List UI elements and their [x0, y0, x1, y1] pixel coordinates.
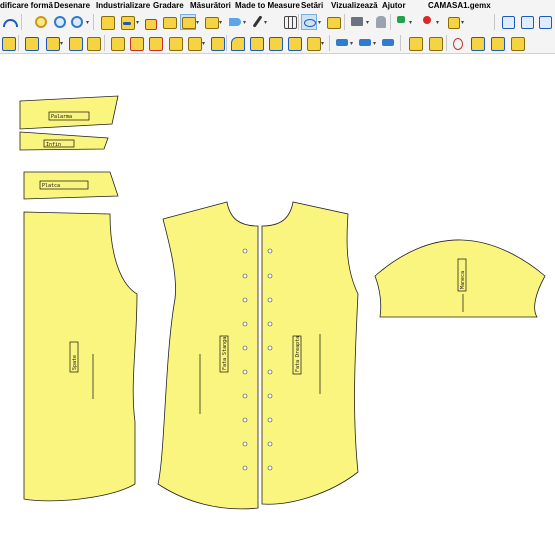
piece-platca[interactable]: Platca — [23, 171, 119, 200]
view-eye-icon[interactable] — [301, 14, 317, 30]
curve-tool-icon[interactable] — [230, 36, 245, 51]
scissors-icon[interactable] — [450, 36, 464, 50]
align-piece-icon[interactable] — [470, 36, 485, 51]
piece-label-maneca: Maneca — [460, 271, 466, 289]
menu-item-desenare[interactable]: Desenare — [54, 0, 90, 11]
piece-infin[interactable]: Infin — [19, 131, 109, 151]
main-toolbar: ▾ ▾ ▾ ▾ ▾ ▾ ▾ ▾ ▾ ▾ ▾ — [0, 11, 555, 34]
grade-forward-icon[interactable] — [381, 36, 395, 50]
notch-icon[interactable] — [446, 15, 460, 29]
piece-label-fata-stanga: Fata Stanga — [222, 337, 228, 370]
menu-item-gradare[interactable]: Gradare — [153, 0, 184, 11]
pattern-drawing[interactable]: Palarma Infin Platca Spate Fata Stanga F… — [0, 54, 555, 555]
marker-icon[interactable] — [420, 15, 434, 29]
menu-item-masuratori[interactable]: Măsurători — [190, 0, 231, 11]
piece-visibility-icon[interactable] — [326, 15, 341, 29]
point-tool-dropdown-icon[interactable]: ▾ — [136, 19, 139, 26]
zoom-dropdown-icon[interactable]: ▾ — [86, 19, 89, 26]
view-dropdown-icon[interactable]: ▾ — [318, 19, 321, 26]
cut-piece-icon[interactable] — [129, 36, 144, 51]
grade-rule-icon[interactable] — [358, 36, 372, 50]
table-icon[interactable] — [501, 15, 515, 29]
flip-piece-icon[interactable] — [86, 36, 101, 51]
house-shape-icon[interactable] — [143, 15, 157, 30]
pencil-dropdown-icon[interactable]: ▾ — [264, 19, 267, 26]
measure-piece-icon[interactable] — [204, 15, 219, 29]
menu-item-ajutor[interactable]: Ajutor — [382, 0, 406, 11]
join-dropdown-icon[interactable]: ▾ — [202, 40, 205, 47]
pattern-canvas[interactable]: Palarma Infin Platca Spate Fata Stanga F… — [0, 54, 555, 555]
notch-tool-dropdown-icon[interactable]: ▾ — [321, 40, 324, 47]
join-piece-icon[interactable] — [187, 36, 202, 51]
arrow-dropdown-icon[interactable]: ▾ — [243, 19, 246, 26]
grade-dropdown-icon[interactable]: ▾ — [350, 40, 353, 47]
add-piece-icon[interactable] — [1, 36, 16, 51]
rotate-piece-icon[interactable] — [68, 36, 83, 51]
fold-tool-icon[interactable] — [287, 36, 302, 51]
document-title: CAMASA1.gemx — [428, 1, 491, 10]
edit-piece-dropdown-icon[interactable]: ▾ — [196, 19, 199, 26]
model-icon[interactable] — [374, 15, 388, 29]
menu-bar: dificare formă Desenare Industrializare … — [0, 0, 555, 11]
edit-piece-icon[interactable] — [180, 14, 196, 30]
check-tool-icon[interactable] — [428, 36, 443, 51]
lock-piece-icon[interactable] — [110, 36, 125, 51]
piece-maneca[interactable]: Maneca — [374, 239, 546, 318]
piece-label-palarma: Palarma — [51, 114, 72, 120]
pencil-icon[interactable] — [250, 15, 264, 29]
split-piece-icon[interactable] — [168, 36, 183, 51]
new-piece-icon[interactable] — [100, 15, 115, 30]
piece-fata-stanga[interactable]: Fata Stanga — [157, 201, 259, 510]
menu-item-vizualizeaza[interactable]: Vizualizează — [331, 0, 378, 11]
list-icon[interactable] — [520, 15, 534, 29]
copy-piece-icon[interactable] — [24, 36, 39, 51]
zoom-fit-icon[interactable] — [34, 15, 48, 29]
seam-piece-icon[interactable] — [210, 36, 225, 51]
menu-item-setari[interactable]: Setări — [301, 0, 323, 11]
piece-label-spate: Spate — [72, 355, 78, 370]
mirror-piece-icon[interactable] — [45, 36, 60, 51]
redo-arrow-icon[interactable] — [2, 15, 18, 29]
zoom-in-icon[interactable] — [70, 15, 84, 29]
piece-fata-dreapta[interactable]: Fata Dreapta — [261, 201, 359, 505]
marker-dropdown-icon[interactable]: ▾ — [436, 19, 439, 26]
pleat-tool-icon[interactable] — [268, 36, 283, 51]
menu-item-industrializare[interactable]: Industrializare — [96, 0, 150, 11]
grade-arrows-icon[interactable] — [335, 36, 349, 50]
export-dropdown-icon[interactable]: ▾ — [366, 19, 369, 26]
notch-dropdown-icon[interactable]: ▾ — [461, 19, 464, 26]
measure-dropdown-icon[interactable]: ▾ — [219, 19, 222, 26]
mirror-dropdown-icon[interactable]: ▾ — [60, 40, 63, 47]
layout-piece-icon[interactable] — [510, 36, 525, 51]
piece-label-platca: Platca — [42, 183, 60, 189]
zoom-out-icon[interactable] — [53, 15, 67, 29]
menu-item-made-to-measure[interactable]: Made to Measure — [235, 0, 300, 11]
point-tool-icon[interactable] — [120, 15, 135, 30]
secondary-toolbar: ▾ ▾ ▾ ▾ ▾ — [0, 33, 555, 54]
grid-icon[interactable] — [283, 15, 297, 29]
piece-spate[interactable]: Spate — [23, 211, 138, 502]
place-piece-icon[interactable] — [490, 36, 505, 51]
notch-tool-icon[interactable] — [306, 36, 321, 51]
piece-label-fata-dreapta: Fata Dreapta — [295, 336, 301, 372]
flag-dropdown-icon[interactable]: ▾ — [409, 19, 412, 26]
dart-tool-icon[interactable] — [249, 36, 264, 51]
menu-item-modificare-forma[interactable]: dificare formă — [0, 0, 53, 11]
measure-tool-icon[interactable] — [408, 36, 423, 51]
flag-icon[interactable] — [394, 15, 408, 29]
piece-label-infin: Infin — [46, 142, 61, 148]
export-icon[interactable] — [350, 15, 364, 29]
piece-palarma[interactable]: Palarma — [19, 95, 119, 130]
segment-icon[interactable] — [162, 15, 177, 29]
grade-rule-dropdown-icon[interactable]: ▾ — [373, 40, 376, 47]
report-icon[interactable] — [538, 15, 552, 29]
delete-piece-icon[interactable] — [148, 36, 163, 51]
arrow-right-icon[interactable] — [228, 15, 242, 29]
